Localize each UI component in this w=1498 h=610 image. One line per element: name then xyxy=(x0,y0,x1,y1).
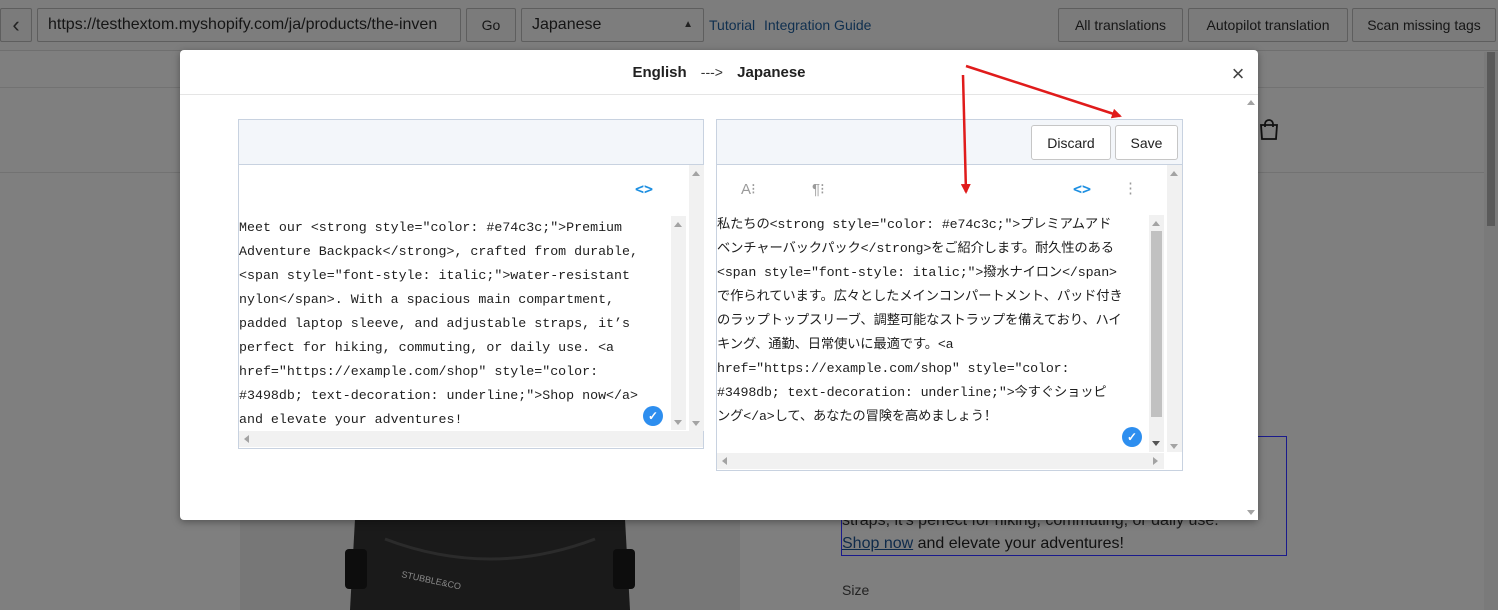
scroll-down-icon[interactable] xyxy=(1247,510,1255,515)
target-scroll-thumb[interactable] xyxy=(1151,231,1162,417)
save-button[interactable]: Save xyxy=(1115,125,1178,160)
target-toolbar-scrollbar[interactable] xyxy=(1167,165,1182,215)
paragraph-format-icon[interactable]: ¶⁝ xyxy=(812,180,825,198)
source-horizontal-scrollbar[interactable] xyxy=(239,431,703,447)
select-arrows-icon: ▲ xyxy=(683,19,693,30)
target-text-scrollbar[interactable] xyxy=(1149,215,1164,452)
scroll-left-icon[interactable] xyxy=(722,457,727,465)
code-view-icon[interactable]: <> xyxy=(635,180,653,198)
source-editor-topbar xyxy=(239,120,703,165)
target-editor-topbar: Discard Save xyxy=(717,120,1182,165)
checkmark-icon: ✓ xyxy=(643,406,663,426)
url-input[interactable]: https://testhextom.myshopify.com/ja/prod… xyxy=(37,8,461,42)
source-toolbar-scrollbar[interactable] xyxy=(689,165,704,215)
scroll-up-icon[interactable] xyxy=(1247,100,1255,105)
page-scrollbar[interactable] xyxy=(1484,52,1498,610)
target-text[interactable]: 私たちの<strong style="color: #e74c3c;">プレミア… xyxy=(717,213,1149,453)
backpack-image: STUBBLE&CO xyxy=(345,519,635,610)
more-options-icon[interactable]: ⋮ xyxy=(1123,179,1138,197)
direction-arrow: ---> xyxy=(700,64,723,80)
scroll-up-icon[interactable] xyxy=(674,222,682,227)
translation-modal: English ---> Japanese × <> Meet our <str… xyxy=(180,50,1258,520)
scroll-down-icon[interactable] xyxy=(674,420,682,425)
source-outer-scrollbar[interactable] xyxy=(689,215,704,431)
target-editor: Discard Save A⁝ ¶⁝ <> ⋮ 私たちの<strong styl… xyxy=(716,119,1183,471)
source-editor: <> Meet our <strong style="color: #e74c3… xyxy=(238,119,704,449)
language-select-value: Japanese xyxy=(532,16,602,33)
integration-guide-link[interactable]: Integration Guide xyxy=(764,17,871,33)
product-description-tail: Shop now and elevate your adventures! xyxy=(842,535,1124,553)
target-language: Japanese xyxy=(737,64,806,81)
code-view-icon[interactable]: <> xyxy=(1073,180,1091,198)
modal-title: English ---> Japanese xyxy=(180,64,1258,81)
back-button[interactable]: ‹ xyxy=(0,8,32,42)
product-description-tail-text: and elevate your adventures! xyxy=(913,535,1124,552)
source-language: English xyxy=(632,64,687,81)
scroll-down-icon[interactable] xyxy=(692,421,700,426)
target-editor-toolbar: A⁝ ¶⁝ <> ⋮ xyxy=(717,165,1167,215)
go-button[interactable]: Go xyxy=(466,8,516,42)
language-select[interactable]: Japanese ▲ xyxy=(521,8,704,42)
scroll-up-icon[interactable] xyxy=(1152,221,1160,226)
chevron-left-icon: ‹ xyxy=(12,12,20,37)
target-outer-scrollbar[interactable] xyxy=(1167,215,1182,452)
cart-icon[interactable] xyxy=(1258,119,1280,141)
translation-toolbar: ‹ https://testhextom.myshopify.com/ja/pr… xyxy=(0,0,1498,51)
source-text[interactable]: Meet our <strong style="color: #e74c3c;"… xyxy=(239,216,671,431)
modal-scrollbar[interactable] xyxy=(1244,96,1258,520)
modal-header: English ---> Japanese × xyxy=(180,50,1258,95)
source-editor-toolbar: <> xyxy=(239,165,689,215)
close-icon[interactable]: × xyxy=(1228,63,1248,85)
scroll-down-icon[interactable] xyxy=(1152,441,1160,446)
size-label: Size xyxy=(842,582,870,598)
discard-button[interactable]: Discard xyxy=(1031,125,1111,160)
scan-missing-tags-button[interactable]: Scan missing tags xyxy=(1352,8,1496,42)
scroll-down-icon[interactable] xyxy=(1170,444,1178,449)
tutorial-link[interactable]: Tutorial xyxy=(709,17,755,33)
font-format-icon[interactable]: A⁝ xyxy=(741,180,756,198)
shop-now-link[interactable]: Shop now xyxy=(842,535,913,552)
autopilot-translation-button[interactable]: Autopilot translation xyxy=(1188,8,1348,42)
scroll-right-icon[interactable] xyxy=(1153,457,1158,465)
checkmark-icon: ✓ xyxy=(1122,427,1142,447)
scroll-left-icon[interactable] xyxy=(244,435,249,443)
page-scroll-thumb[interactable] xyxy=(1487,52,1495,226)
scroll-up-icon[interactable] xyxy=(692,171,700,176)
all-translations-button[interactable]: All translations xyxy=(1058,8,1183,42)
scroll-up-icon[interactable] xyxy=(1170,171,1178,176)
target-horizontal-scrollbar[interactable] xyxy=(717,453,1164,469)
source-text-scrollbar[interactable] xyxy=(671,216,686,430)
